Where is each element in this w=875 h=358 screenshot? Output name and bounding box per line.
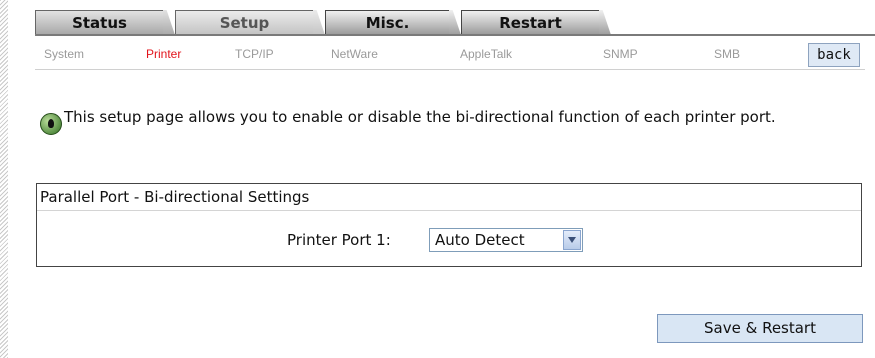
tab-restart-label: Restart — [499, 14, 562, 32]
subnav-item-printer[interactable]: Printer — [146, 47, 181, 61]
tab-misc-label: Misc. — [365, 14, 410, 32]
tab-misc[interactable]: Misc. — [325, 10, 461, 35]
panel-title: Parallel Port - Bi-directional Settings — [37, 184, 861, 211]
subnav-item-system[interactable]: System — [44, 47, 84, 61]
back-button[interactable]: back — [808, 43, 860, 67]
page-edge-decoration — [0, 0, 8, 358]
parallel-port-panel: Parallel Port - Bi-directional Settings … — [36, 183, 862, 267]
subnav-item-smb[interactable]: SMB — [714, 47, 740, 61]
printer-port-value: Auto Detect — [435, 231, 525, 249]
subnav-item-snmp[interactable]: SNMP — [603, 47, 638, 61]
chevron-down-icon[interactable] — [563, 230, 581, 250]
save-restart-button[interactable]: Save & Restart — [657, 314, 863, 343]
subnav-item-appletalk[interactable]: AppleTalk — [460, 47, 512, 61]
setup-subnav: System Printer TCP/IP NetWare AppleTalk … — [35, 43, 865, 67]
info-leaf-icon — [40, 113, 62, 135]
tab-status[interactable]: Status — [35, 10, 175, 35]
tab-setup-label: Setup — [219, 14, 270, 32]
tab-status-label: Status — [72, 14, 127, 32]
printer-port-select[interactable]: Auto Detect — [429, 228, 583, 252]
tab-bar-underline — [35, 34, 875, 36]
subnav-item-netware[interactable]: NetWare — [331, 47, 378, 61]
tab-restart[interactable]: Restart — [461, 10, 611, 35]
subnav-item-tcpip[interactable]: TCP/IP — [235, 47, 274, 61]
main-tab-bar: Status Setup Misc. Restart — [35, 10, 875, 36]
tab-setup[interactable]: Setup — [175, 10, 325, 35]
printer-port-label: Printer Port 1: — [287, 231, 391, 249]
subnav-divider — [35, 69, 865, 70]
info-description: This setup page allows you to enable or … — [64, 108, 776, 126]
